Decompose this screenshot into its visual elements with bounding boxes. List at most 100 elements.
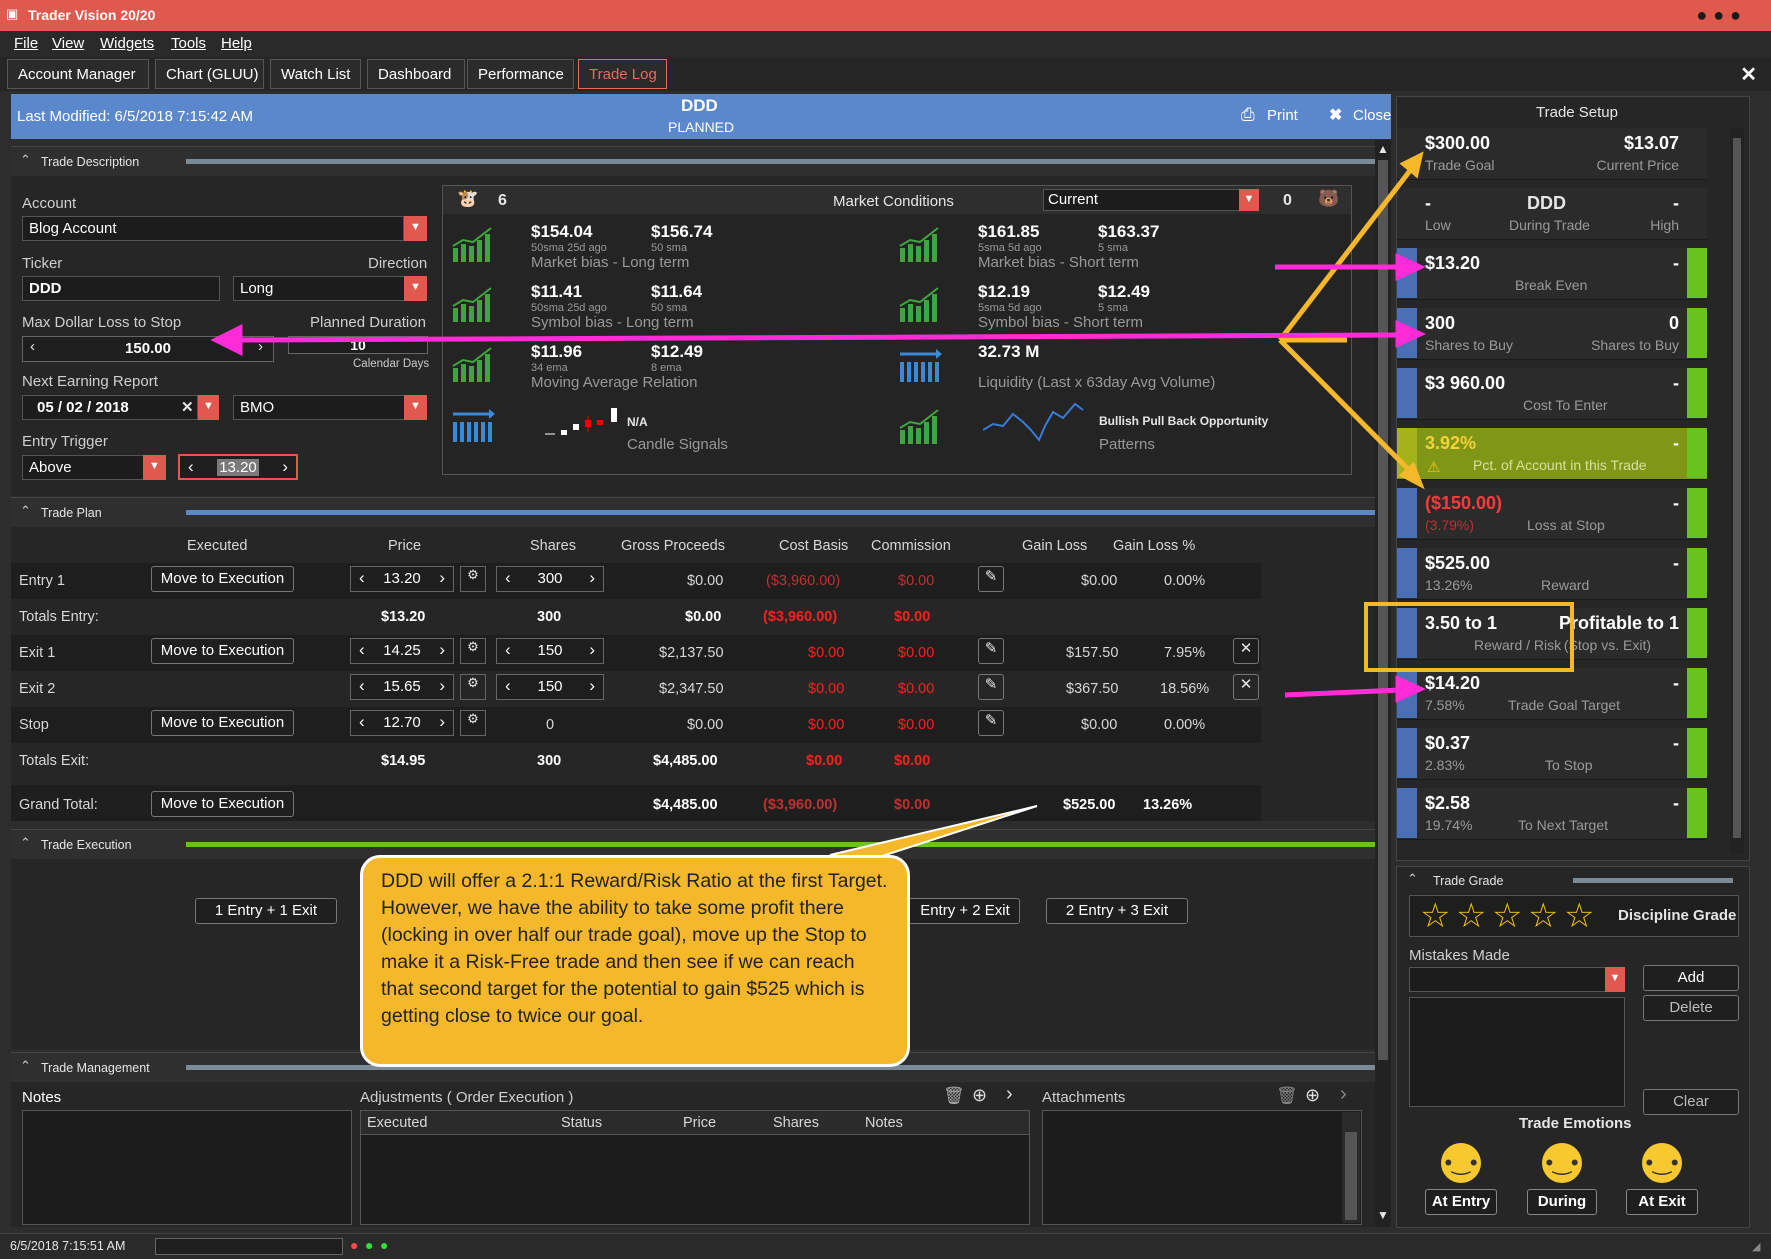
trash-icon[interactable]: 🗑	[943, 1086, 965, 1106]
chevron-down-icon[interactable]: ▼	[198, 395, 219, 420]
print-icon[interactable]: ⎙	[1241, 105, 1255, 125]
add-circle-icon[interactable]: ⊕	[1305, 1085, 1320, 1106]
menu-file[interactable]: File	[14, 35, 38, 52]
collapse-icon[interactable]: ⌃	[20, 835, 31, 851]
menu-help[interactable]: Help	[221, 35, 252, 52]
chevron-right-icon[interactable]: ›	[439, 712, 445, 732]
tab-watch-list[interactable]: Watch List	[270, 59, 361, 89]
clear-date-icon[interactable]: ✕	[181, 398, 194, 416]
close-button[interactable]: Close	[1353, 107, 1391, 124]
menu-tools[interactable]: Tools	[171, 35, 206, 52]
calculator-icon[interactable]: ⚙	[460, 674, 486, 700]
star-icon[interactable]: ☆	[1456, 896, 1486, 936]
scroll-thumb[interactable]	[1378, 160, 1388, 1060]
chevron-left-icon[interactable]: ‹	[359, 712, 365, 732]
ticker-input[interactable]: DDD	[22, 276, 220, 301]
attachments-list[interactable]	[1042, 1110, 1362, 1225]
collapse-icon[interactable]: ⌃	[1407, 871, 1418, 887]
tab-chart[interactable]: Chart (GLUU)	[155, 59, 264, 89]
resize-grip-icon[interactable]: ◢	[1752, 1240, 1760, 1253]
at-exit-button[interactable]: At Exit	[1626, 1189, 1698, 1215]
price-stepper[interactable]: 13.20 ‹ ›	[350, 566, 454, 592]
chevron-left-icon[interactable]: ‹	[505, 568, 511, 588]
star-icon[interactable]: ☆	[1420, 896, 1450, 936]
one-entry-one-exit-button[interactable]: 1 Entry + 1 Exit	[195, 898, 337, 924]
window-menu-icon[interactable]: ●●●	[1696, 5, 1747, 26]
market-period-select[interactable]: Current	[1043, 189, 1243, 211]
menu-widgets[interactable]: Widgets	[100, 35, 154, 52]
price-stepper[interactable]: 15.65 ‹ ›	[350, 674, 454, 700]
chevron-right-icon[interactable]: ›	[439, 640, 445, 660]
chevron-left-icon[interactable]: ‹	[505, 640, 511, 660]
close-tab-icon[interactable]: ✕	[1740, 62, 1757, 87]
price-stepper[interactable]: 12.70 ‹ ›	[350, 710, 454, 736]
delete-row-icon[interactable]: ✕	[1233, 638, 1259, 664]
tab-dashboard[interactable]: Dashboard	[367, 59, 465, 89]
tab-performance[interactable]: Performance	[467, 59, 574, 89]
chevron-down-icon[interactable]: ▼	[1239, 189, 1259, 211]
print-button[interactable]: Print	[1267, 107, 1298, 124]
max-loss-stepper[interactable]: 150.00	[22, 336, 274, 362]
earnings-time-select[interactable]: BMO	[233, 395, 406, 420]
mistakes-list[interactable]	[1409, 997, 1625, 1107]
edit-icon[interactable]: ✎	[978, 674, 1004, 700]
move-to-execution-button[interactable]: Move to Execution	[151, 791, 294, 817]
edit-icon[interactable]: ✎	[978, 710, 1004, 736]
neutral-face-icon[interactable]: •‿•	[1441, 1143, 1481, 1183]
price-stepper[interactable]: 14.25 ‹ ›	[350, 638, 454, 664]
shares-stepper[interactable]: 150 ‹ ›	[496, 638, 604, 664]
scroll-thumb[interactable]	[1345, 1132, 1357, 1220]
chevron-left-icon[interactable]: ‹	[359, 676, 365, 696]
star-icon[interactable]: ☆	[1528, 896, 1558, 936]
star-icon[interactable]: ☆	[1564, 896, 1594, 936]
add-circle-icon[interactable]: ⊕	[972, 1085, 987, 1106]
neutral-face-icon[interactable]: •‿•	[1642, 1143, 1682, 1183]
close-icon[interactable]: ✖	[1329, 105, 1342, 125]
duration-stepper[interactable]: 10	[288, 336, 428, 354]
chevron-right-icon[interactable]: ›	[439, 568, 445, 588]
tab-account-manager[interactable]: Account Manager	[7, 59, 149, 89]
move-to-execution-button[interactable]: Move to Execution	[151, 638, 294, 664]
tab-trade-log[interactable]: Trade Log	[578, 59, 667, 89]
chevron-left-icon[interactable]: ‹	[359, 640, 365, 660]
scroll-down-icon[interactable]: ▼	[1377, 1208, 1389, 1222]
entry-trigger-select[interactable]: Above	[22, 455, 144, 480]
chevron-left-icon[interactable]: ‹	[30, 338, 35, 355]
add-button[interactable]: Add	[1643, 965, 1739, 991]
mistakes-select[interactable]	[1409, 967, 1607, 992]
trash-icon[interactable]: 🗑	[1276, 1086, 1298, 1106]
scroll-up-icon[interactable]: ▲	[1377, 142, 1389, 156]
collapse-icon[interactable]: ⌃	[20, 1058, 31, 1074]
scroll-thumb[interactable]	[1733, 138, 1741, 838]
notes-textarea[interactable]	[22, 1110, 352, 1225]
chevron-left-icon[interactable]: ‹	[188, 457, 194, 477]
chevron-right-icon[interactable]: ›	[258, 338, 263, 355]
collapse-icon[interactable]: ⌃	[20, 152, 31, 168]
two-entry-three-exit-button[interactable]: 2 Entry + 3 Exit	[1046, 898, 1188, 924]
entry-value-stepper[interactable]: 13.20 ‹ ›	[178, 454, 298, 480]
edit-icon[interactable]: ✎	[978, 638, 1004, 664]
menu-view[interactable]: View	[52, 35, 84, 52]
setup-scrollbar[interactable]	[1730, 128, 1744, 853]
calculator-icon[interactable]: ⚙	[460, 710, 486, 736]
attachments-scrollbar[interactable]	[1342, 1112, 1360, 1223]
chevron-left-icon[interactable]: ‹	[359, 568, 365, 588]
star-icon[interactable]: ☆	[1492, 896, 1522, 936]
chevron-down-icon[interactable]: ▼	[1605, 967, 1625, 992]
during-button[interactable]: During	[1527, 1189, 1597, 1215]
edit-icon[interactable]: ✎	[978, 566, 1004, 592]
chevron-left-icon[interactable]: ‹	[505, 676, 511, 696]
move-to-execution-button[interactable]: Move to Execution	[151, 566, 294, 592]
delete-row-icon[interactable]: ✕	[1233, 674, 1259, 700]
chevron-down-icon[interactable]: ▼	[404, 276, 427, 301]
earnings-date[interactable]: 05 / 02 / 2018	[22, 395, 198, 420]
chevron-right-icon[interactable]: ›	[589, 676, 595, 696]
chevron-right-icon[interactable]: ›	[1340, 1083, 1347, 1106]
at-entry-button[interactable]: At Entry	[1425, 1189, 1497, 1215]
chevron-right-icon[interactable]: ›	[589, 640, 595, 660]
calculator-icon[interactable]: ⚙	[460, 566, 486, 592]
main-scrollbar[interactable]: ▲ ▼	[1375, 140, 1391, 1227]
delete-button[interactable]: Delete	[1643, 995, 1739, 1021]
account-select[interactable]: Blog Account	[22, 216, 404, 241]
shares-stepper[interactable]: 300 ‹ ›	[496, 566, 604, 592]
